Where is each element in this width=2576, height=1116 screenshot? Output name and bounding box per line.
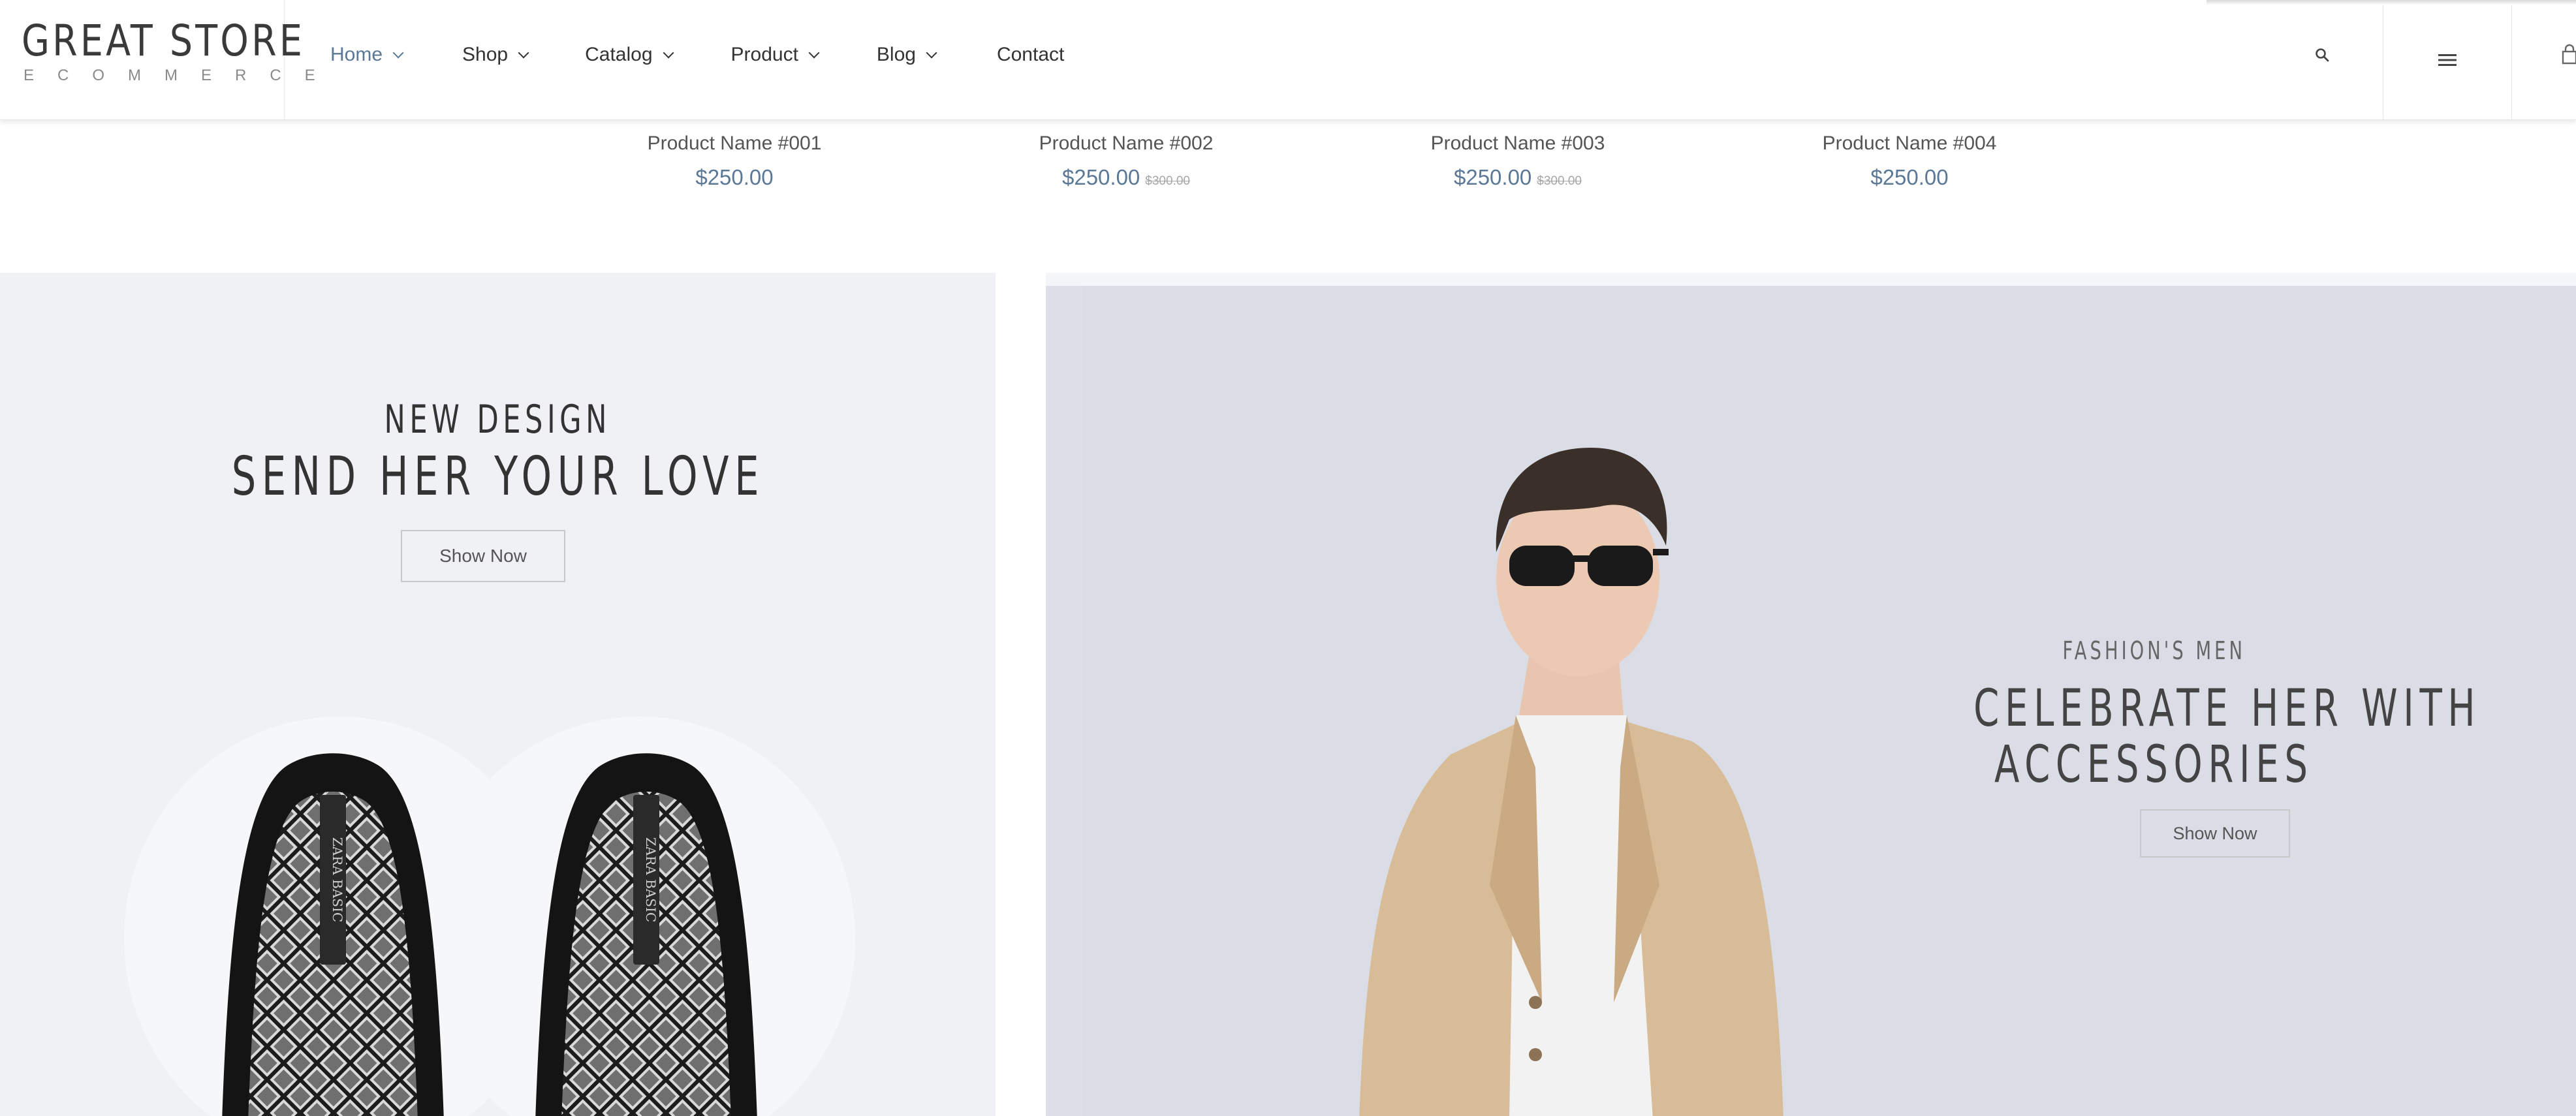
show-now-button[interactable]: Show Now bbox=[2140, 809, 2290, 858]
insole-label: ZARA BASIC bbox=[643, 837, 659, 922]
nav-item-contact[interactable]: Contact bbox=[997, 44, 1064, 66]
product-thumbnail-edge bbox=[982, 119, 1270, 125]
nav-item-product[interactable]: Product bbox=[730, 44, 820, 66]
product-price: $250.00 bbox=[1870, 165, 1949, 189]
site-header: GREAT STORE ECOMMERCE Home Shop Catalog … bbox=[0, 0, 2576, 120]
chevron-down-icon bbox=[926, 47, 937, 59]
chevron-down-icon bbox=[392, 47, 404, 59]
cart-icon bbox=[2562, 44, 2576, 65]
cart-button[interactable] bbox=[2559, 0, 2576, 110]
logo[interactable]: GREAT STORE ECOMMERCE bbox=[0, 0, 315, 119]
banner-subtitle: NEW DESIGN bbox=[384, 397, 612, 442]
product-old-price: $300.00 bbox=[1145, 174, 1190, 188]
product-price: $250.00 bbox=[1062, 165, 1140, 189]
man-model-image bbox=[1359, 448, 1783, 1116]
nav-item-catalog[interactable]: Catalog bbox=[585, 44, 674, 66]
product-thumbnail-edge bbox=[591, 119, 878, 125]
banner-title: SEND HER YOUR LOVE bbox=[231, 446, 764, 508]
product-thumbnail-edge bbox=[1374, 119, 1661, 125]
product-price-line: $250.00 $300.00 bbox=[943, 166, 1309, 188]
nav-item-blog[interactable]: Blog bbox=[876, 44, 937, 66]
logo-title: GREAT STORE bbox=[22, 16, 306, 66]
product-price: $250.00 bbox=[695, 165, 774, 189]
banner-subtitle: FASHION'S MEN bbox=[2062, 636, 2246, 665]
top-edge-shadow bbox=[2207, 0, 2576, 5]
main-nav: Home Shop Catalog Product Blog Contact bbox=[330, 0, 1064, 110]
banner-title: CELEBRATE HER WITH ACCESSORIES bbox=[1973, 679, 2481, 794]
chevron-down-icon bbox=[518, 47, 529, 59]
search-icon bbox=[2316, 48, 2329, 62]
hamburger-menu-icon bbox=[2438, 54, 2457, 66]
product-thumbnail-edge bbox=[1766, 119, 2053, 125]
search-button[interactable] bbox=[2304, 0, 2340, 110]
product-name[interactable]: Product Name #002 bbox=[943, 134, 1309, 153]
product-price-line: $250.00 bbox=[552, 166, 917, 188]
chevron-down-icon bbox=[808, 47, 820, 59]
insole-label: ZARA BASIC bbox=[330, 837, 345, 922]
product-price-line: $250.00 $300.00 bbox=[1335, 166, 1701, 188]
show-now-button[interactable]: Show Now bbox=[401, 530, 565, 582]
nav-label-catalog: Catalog bbox=[585, 44, 653, 65]
nav-item-home[interactable]: Home bbox=[330, 44, 404, 66]
nav-label-blog: Blog bbox=[876, 44, 916, 65]
banner-fashion-men: FASHION'S MEN CELEBRATE HER WITH ACCESSO… bbox=[1046, 286, 2576, 1116]
product-old-price: $300.00 bbox=[1537, 174, 1582, 188]
chevron-down-icon bbox=[663, 47, 674, 59]
nav-label-product: Product bbox=[730, 44, 798, 65]
product-price: $250.00 bbox=[1454, 165, 1532, 189]
menu-button[interactable] bbox=[2383, 0, 2512, 119]
nav-label-contact: Contact bbox=[996, 44, 1065, 65]
nav-label-shop: Shop bbox=[462, 44, 509, 65]
product-name[interactable]: Product Name #004 bbox=[1727, 134, 2092, 153]
product-price-line: $250.00 bbox=[1727, 166, 2092, 188]
product-name[interactable]: Product Name #003 bbox=[1335, 134, 1701, 153]
product-name[interactable]: Product Name #001 bbox=[552, 134, 917, 153]
nav-label-home: Home bbox=[330, 44, 383, 65]
banner-new-design: NEW DESIGN SEND HER YOUR LOVE Show Now Z… bbox=[0, 273, 996, 1116]
shoes-image: ZARA BASIC ZARA BASIC bbox=[124, 717, 855, 1116]
nav-item-shop[interactable]: Shop bbox=[462, 44, 529, 66]
logo-subtitle: ECOMMERCE bbox=[24, 67, 339, 84]
